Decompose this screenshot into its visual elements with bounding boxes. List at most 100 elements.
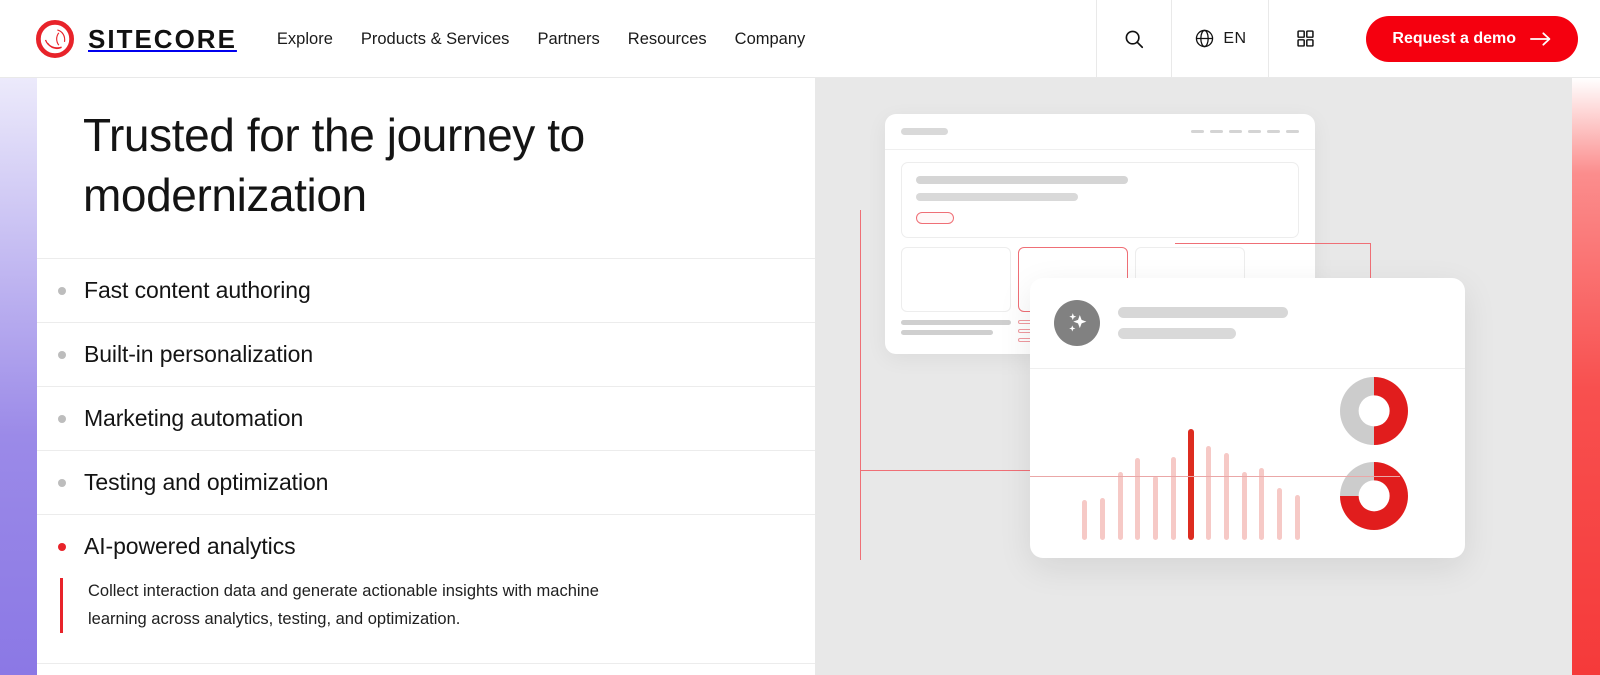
accordion-header[interactable]: Testing and optimization <box>37 451 815 514</box>
menu-placeholder <box>1191 130 1204 133</box>
dashboard-menu-placeholders <box>1191 130 1299 133</box>
bar-slot <box>1076 422 1094 540</box>
bar-slot <box>1271 422 1289 540</box>
language-label: EN <box>1223 29 1247 47</box>
bar-slot <box>1182 422 1200 540</box>
accordion-item-built-in-personalization[interactable]: Built-in personalization <box>37 323 815 387</box>
apps-menu-button[interactable] <box>1268 0 1342 77</box>
header-spacer <box>819 0 1096 77</box>
bar <box>1082 500 1088 540</box>
bar-slot <box>1253 422 1271 540</box>
text-placeholder <box>901 330 993 335</box>
text-placeholder <box>916 176 1128 184</box>
sitecore-logo-icon <box>36 19 74 58</box>
menu-placeholder <box>1229 130 1242 133</box>
accordion-title: Built-in personalization <box>84 341 314 367</box>
nav-item-products-services[interactable]: Products & Services <box>347 0 524 78</box>
dashboard-hero-block <box>901 162 1299 238</box>
bullet-icon <box>58 286 66 295</box>
bar-slot <box>1094 422 1112 540</box>
bar <box>1241 472 1247 540</box>
search-icon <box>1125 30 1144 48</box>
bullet-icon <box>58 542 66 551</box>
bullet-icon <box>58 478 66 487</box>
nav-item-company[interactable]: Company <box>721 0 820 78</box>
bar-slot <box>1147 422 1165 540</box>
bullet-icon <box>58 414 66 423</box>
accordion-title: Fast content authoring <box>84 277 311 303</box>
footer-column <box>901 320 1011 347</box>
accordion-panel: Collect interaction data and generate ac… <box>37 578 815 663</box>
search-button[interactable] <box>1096 0 1171 77</box>
bar-slot <box>1164 422 1182 540</box>
nav-item-explore[interactable]: Explore <box>263 0 347 78</box>
donut-chart-2 <box>1340 462 1408 530</box>
bar <box>1259 468 1265 540</box>
accordion-header[interactable]: Marketing automation <box>37 387 815 450</box>
bar-slot <box>1288 422 1306 540</box>
language-selector[interactable]: EN <box>1171 0 1268 77</box>
accordion-panel-inner: Collect interaction data and generate ac… <box>60 578 755 634</box>
accordion-description: Collect interaction data and generate ac… <box>88 582 599 628</box>
feature-accordion: Fast content authoring Built-in personal… <box>37 258 815 665</box>
bar-slot <box>1200 422 1218 540</box>
donut-chart-1 <box>1340 377 1408 445</box>
illustration-panel <box>815 78 1572 675</box>
cta-container: Request a demo <box>1342 0 1600 77</box>
accordion-item-marketing-automation[interactable]: Marketing automation <box>37 387 815 451</box>
page-title: Trusted for the journey to modernization <box>83 109 585 221</box>
dashboard-tile <box>901 247 1011 312</box>
main-navigation: Explore Products & Services Partners Res… <box>263 0 819 77</box>
bar <box>1117 472 1123 540</box>
left-gradient-strip <box>0 78 37 675</box>
chart-baseline <box>1030 476 1400 477</box>
apps-grid-icon <box>1297 30 1315 47</box>
globe-icon <box>1196 29 1214 48</box>
dashboard-title-placeholder <box>901 128 948 135</box>
right-gradient-strip <box>1572 78 1600 675</box>
text-placeholder <box>901 320 1011 325</box>
accordion-title: Testing and optimization <box>84 469 329 495</box>
header-utilities: EN Request a demo <box>1096 0 1600 77</box>
request-demo-label: Request a demo <box>1392 29 1516 47</box>
sparkle-glyph-icon <box>1069 313 1087 332</box>
accordion-header[interactable]: Fast content authoring <box>37 259 815 322</box>
bar <box>1223 453 1229 540</box>
dashboard-topbar <box>885 114 1315 150</box>
bar-chart <box>1030 422 1400 540</box>
request-demo-button[interactable]: Request a demo <box>1366 15 1578 62</box>
accordion-header[interactable]: AI-powered analytics <box>37 515 815 578</box>
connector-line-vertical-left <box>860 210 861 560</box>
accordion-item-ai-powered-analytics[interactable]: AI-powered analytics Collect interaction… <box>37 515 815 665</box>
accordion-title: Marketing automation <box>84 405 304 431</box>
bar <box>1100 497 1106 540</box>
ai-card-text-placeholders <box>1118 307 1441 339</box>
bar <box>1153 475 1159 540</box>
accordion-item-fast-content-authoring[interactable]: Fast content authoring <box>37 259 815 323</box>
bar <box>1276 488 1282 540</box>
accordion-item-testing-and-optimization[interactable]: Testing and optimization <box>37 451 815 515</box>
brand-logo-link[interactable]: SITECORE <box>0 0 263 77</box>
ai-card-charts <box>1030 369 1465 558</box>
text-placeholder <box>1118 307 1288 318</box>
nav-item-partners[interactable]: Partners <box>523 0 613 78</box>
bar-slot <box>1218 422 1236 540</box>
menu-placeholder <box>1248 130 1261 133</box>
bar-slot <box>1129 422 1147 540</box>
brand-name: SITECORE <box>88 23 237 54</box>
bar <box>1206 445 1212 540</box>
bar-highlighted <box>1187 428 1194 540</box>
text-placeholder <box>1118 328 1236 339</box>
arrow-right-icon <box>1530 31 1551 46</box>
ai-card-header <box>1030 278 1465 369</box>
sparkle-ai-icon <box>1054 300 1100 346</box>
text-placeholder <box>916 193 1078 201</box>
accordion-header[interactable]: Built-in personalization <box>37 323 815 386</box>
menu-placeholder <box>1267 130 1280 133</box>
connector-line-horizontal-top <box>1175 243 1370 244</box>
ai-insights-card <box>1030 278 1465 558</box>
site-header: SITECORE Explore Products & Services Par… <box>0 0 1600 78</box>
highlighted-button-placeholder <box>916 212 954 224</box>
bar-slot <box>1235 422 1253 540</box>
nav-item-resources[interactable]: Resources <box>614 0 721 78</box>
